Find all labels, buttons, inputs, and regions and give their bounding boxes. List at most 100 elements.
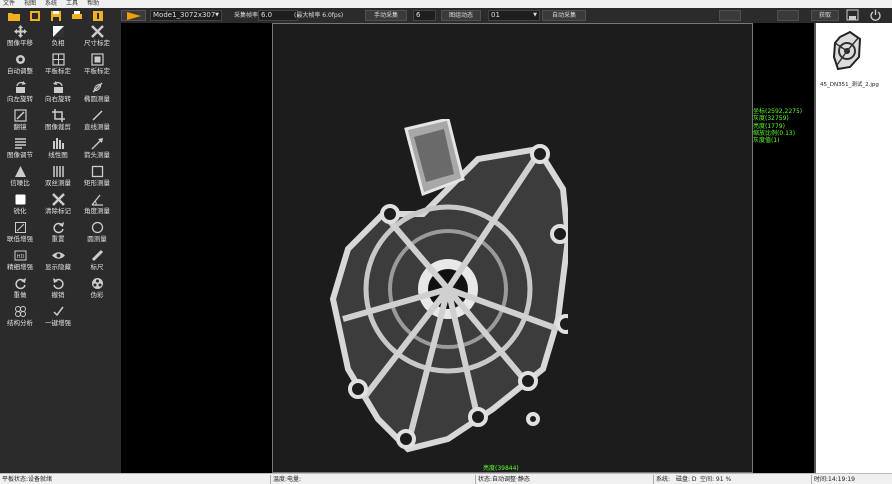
menu-file[interactable]: 文件: [3, 0, 15, 8]
manual-acquire-button[interactable]: 手动采集: [365, 10, 407, 21]
tool-auto-adjust[interactable]: 自动调整: [0, 51, 40, 79]
blank-button-1[interactable]: [719, 10, 741, 21]
tool-snr[interactable]: 信噪比: [0, 163, 40, 191]
tool-label: 平板标定: [45, 67, 71, 75]
power-icon[interactable]: [869, 9, 882, 21]
tool-circle-measure[interactable]: 圆测量: [77, 219, 117, 247]
tool-label: 翻镜: [13, 123, 27, 131]
temperature-status: 温度:电量:: [273, 476, 302, 483]
combine-label-button[interactable]: 图组动态: [441, 10, 481, 21]
tool-label: 图像平移: [7, 39, 33, 47]
circle-measure-icon: [91, 221, 103, 234]
tool-rotate-left[interactable]: 向左旋转: [0, 79, 40, 107]
auto-adjust-icon: [15, 55, 25, 64]
chevron-down-icon: ▼: [215, 12, 219, 18]
tool-reset[interactable]: 重置: [38, 219, 78, 247]
tool-arrow-measure[interactable]: 箭头测量: [77, 135, 117, 163]
menu-bar: 文件 视图 系统 工具 帮助: [0, 0, 892, 8]
tool-angle-measure[interactable]: 角度测量: [77, 191, 117, 219]
combine-select[interactable]: 01 ▼: [488, 10, 540, 21]
tool-label: 箭头测量: [84, 151, 110, 159]
ruler-icon: [91, 249, 103, 262]
tool-label: 重置: [51, 235, 65, 243]
combine-select-value: 01: [491, 11, 500, 19]
tool-label: 联低增强: [7, 235, 33, 243]
line-measure-icon: [91, 110, 103, 121]
menu-help[interactable]: 帮助: [87, 0, 99, 8]
save-icon[interactable]: [846, 9, 859, 21]
tool-line-measure[interactable]: 直线测量: [77, 107, 117, 135]
manual-count-input[interactable]: 6: [413, 10, 436, 21]
rotate-left-icon: [15, 81, 26, 93]
tool-label: 显示隐藏: [45, 263, 71, 271]
image-viewport[interactable]: 亮度(39844): [272, 23, 753, 473]
rate-input[interactable]: 6.0: [258, 10, 298, 21]
menu-system[interactable]: 系统: [45, 0, 57, 8]
tool-pseudo-color[interactable]: 伪彩: [77, 275, 117, 303]
tool-structure[interactable]: 结构分析: [0, 303, 40, 331]
tool-low-enhance[interactable]: 联低增强: [0, 219, 40, 247]
divider: [270, 475, 271, 484]
tool-size-calibrate[interactable]: 尺寸标定: [77, 23, 117, 51]
tool-label: 一键增强: [45, 319, 71, 327]
undo-icon: [52, 278, 64, 290]
tool-negative[interactable]: 负相: [38, 23, 78, 51]
tool-undo[interactable]: 撤销: [38, 275, 78, 303]
ellipse-measure-icon: [92, 82, 102, 93]
size-calibrate-icon: [90, 25, 104, 38]
tool-histogram[interactable]: 线性图: [38, 135, 78, 163]
tool-double-wire[interactable]: 双丝测量: [38, 163, 78, 191]
device-status: 平板状态:设备就绪: [2, 476, 53, 483]
tool-clear-marks[interactable]: 清除标记: [38, 191, 78, 219]
tool-panel-calibrate-2[interactable]: 平板标定: [77, 51, 117, 79]
snr-icon: [14, 166, 26, 177]
tool-ellipse-measure[interactable]: 椭圆测量: [77, 79, 117, 107]
menu-tools[interactable]: 工具: [66, 0, 78, 8]
tool-sharpen[interactable]: 锐化: [0, 191, 40, 219]
thumbnail-image[interactable]: [832, 29, 862, 71]
tool-label: 平板标定: [84, 67, 110, 75]
one-click-enhance-icon: [52, 306, 64, 317]
folder-icon[interactable]: [7, 10, 21, 21]
tool-crop[interactable]: 图像裁剪: [38, 107, 78, 135]
negative-icon: [52, 26, 64, 37]
structure-icon: [14, 306, 26, 317]
tool-label: 向右旋转: [45, 95, 71, 103]
tool-redo[interactable]: 重做: [0, 275, 40, 303]
auto-acquire-button[interactable]: 自动采集: [542, 10, 586, 21]
fetch-button[interactable]: 获取: [811, 10, 839, 21]
export-icon[interactable]: [28, 10, 42, 21]
tool-hd-enhance[interactable]: HD 精细增强: [0, 247, 40, 275]
toolbar: Mode1_3072x307 ▼ 采集帧率 6.0 (最大帧率 6.0fps) …: [0, 8, 892, 23]
info-icon[interactable]: [91, 10, 105, 21]
rotate-right-icon: [52, 81, 63, 93]
move-icon: [13, 25, 27, 38]
tool-label: 精细增强: [7, 263, 33, 271]
tool-label: 图像调节: [7, 151, 33, 159]
tool-one-click-enhance[interactable]: 一键增强: [38, 303, 78, 331]
tool-rotate-right[interactable]: 向右旋转: [38, 79, 78, 107]
svg-text:HD: HD: [16, 254, 24, 260]
tool-label: 线性图: [48, 151, 68, 159]
blank-button-2[interactable]: [777, 10, 799, 21]
tool-label: 重做: [13, 291, 27, 299]
start-acquire-button[interactable]: [121, 10, 146, 21]
space-status: 空间: 91 %: [700, 476, 732, 483]
tool-move[interactable]: 图像平移: [0, 23, 40, 51]
tool-rect-measure[interactable]: 矩形测量: [77, 163, 117, 191]
tool-mirror[interactable]: 翻镜: [0, 107, 40, 135]
mode-select[interactable]: Mode1_3072x307 ▼: [150, 10, 222, 21]
tool-ruler[interactable]: 标尺: [77, 247, 117, 275]
tool-eye[interactable]: 显示隐藏: [38, 247, 78, 275]
xray-casting-image: [329, 119, 568, 453]
sharpen-icon: [15, 194, 25, 205]
arrow-measure-icon: [91, 138, 103, 150]
menu-view[interactable]: 视图: [24, 0, 36, 8]
print-icon[interactable]: [70, 10, 84, 21]
tool-image-adjust[interactable]: 图像调节: [0, 135, 40, 163]
brightness-text: 亮度(1779): [753, 122, 785, 130]
tool-panel-calibrate[interactable]: 平板标定: [38, 51, 78, 79]
save-icon[interactable]: [49, 10, 63, 21]
gray-text: 灰度(32759): [753, 115, 789, 123]
max-rate-text: (最大帧率 6.0fps): [294, 12, 344, 19]
